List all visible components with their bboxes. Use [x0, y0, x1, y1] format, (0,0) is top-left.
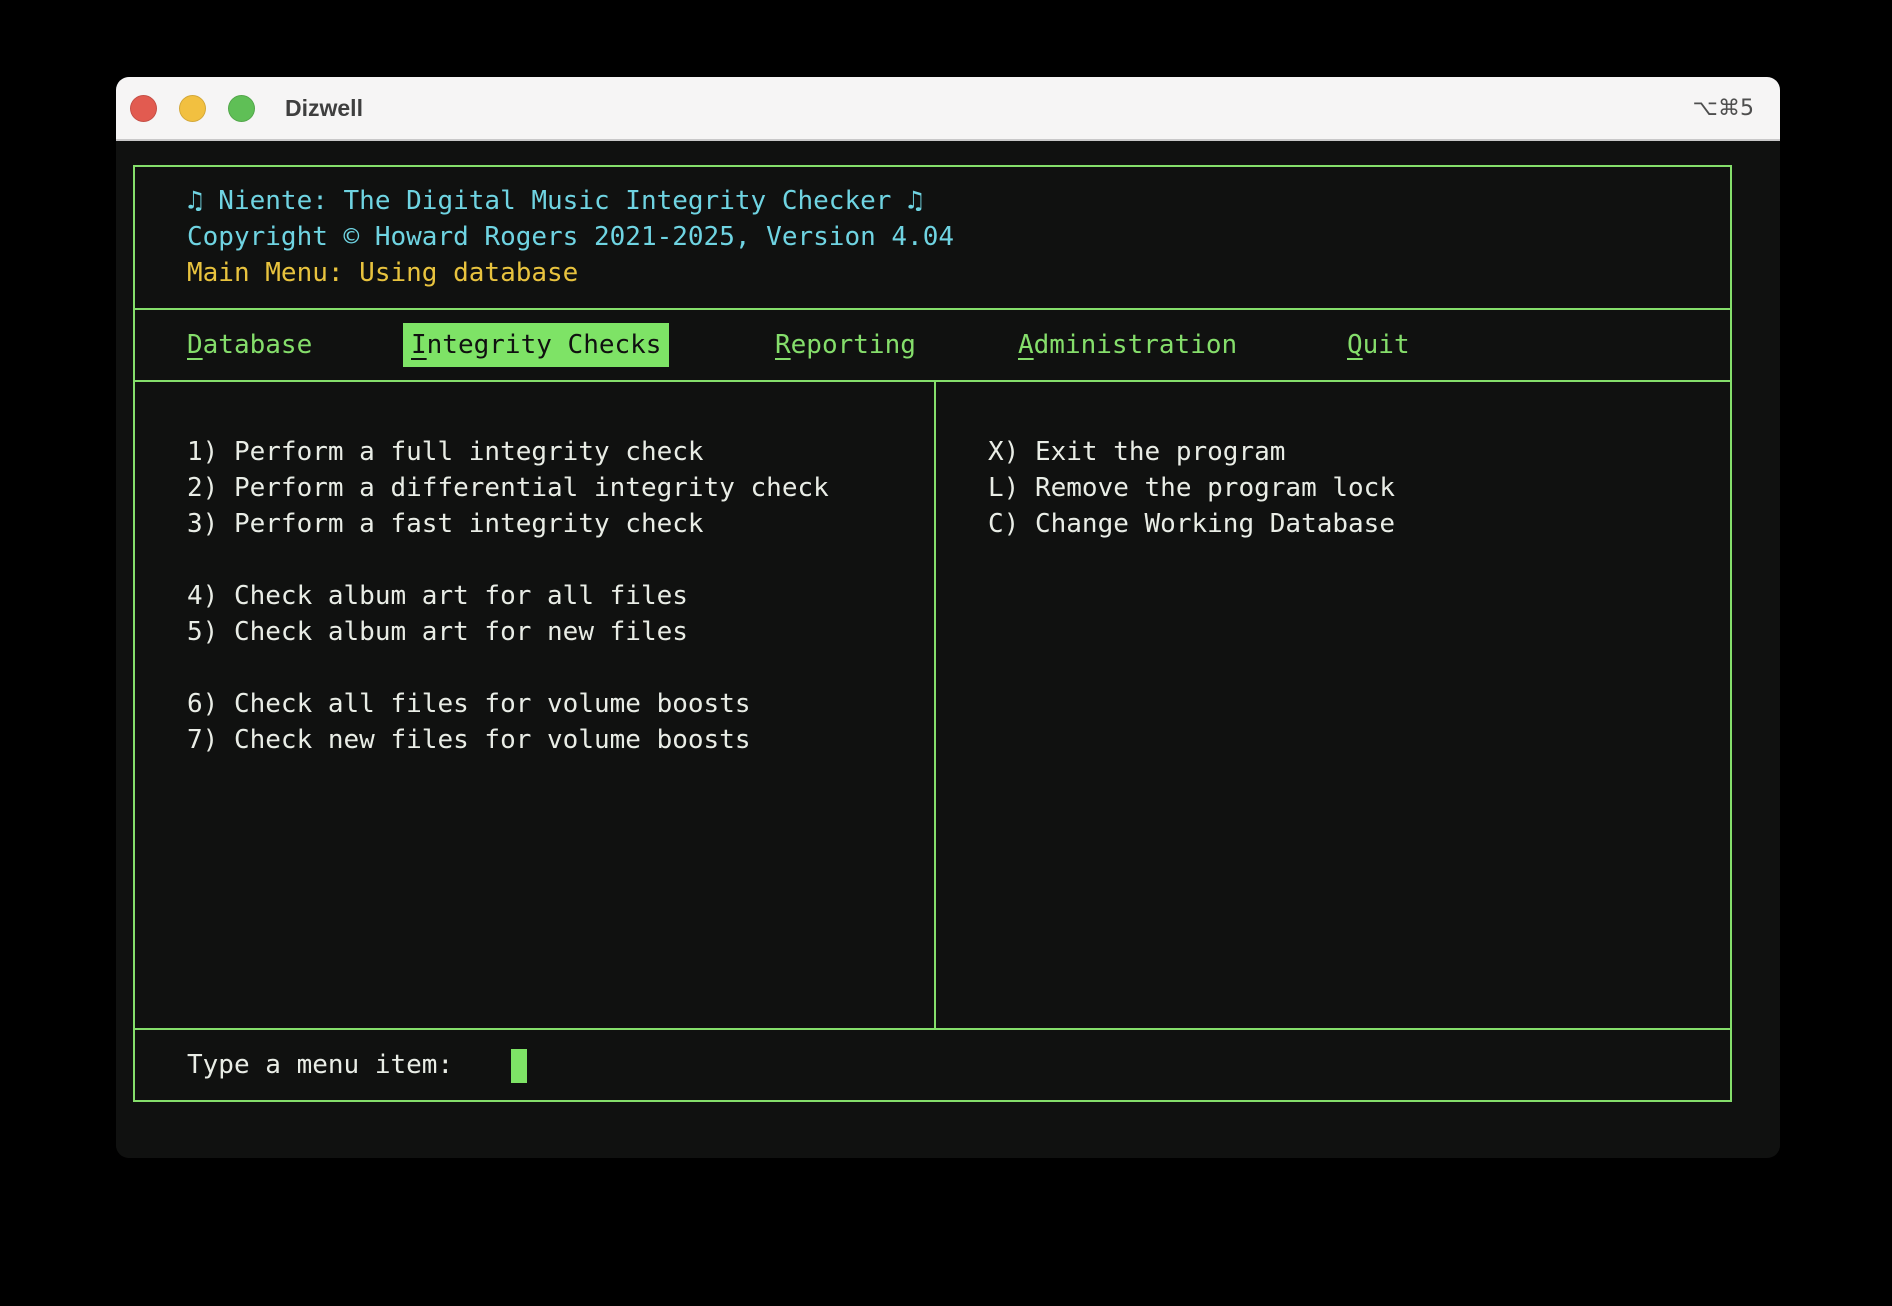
menu-option-7[interactable]: 7) Check new files for volume boosts: [187, 722, 934, 758]
prompt-row: Type a menu item:: [135, 1028, 1730, 1100]
menu-option-1[interactable]: 1) Perform a full integrity check: [187, 434, 934, 470]
close-button-icon[interactable]: [130, 95, 157, 122]
menu-option-2[interactable]: 2) Perform a differential integrity chec…: [187, 470, 934, 506]
copyright-line: Copyright © Howard Rogers 2021-2025, Ver…: [187, 219, 1730, 255]
left-menu-panel: 1) Perform a full integrity check2) Perf…: [135, 382, 934, 1028]
hotkey-letter: R: [775, 330, 791, 360]
menubar-item-administration[interactable]: Administration: [1018, 327, 1237, 363]
menu-option-3[interactable]: 3) Perform a fast integrity check: [187, 506, 934, 542]
text-cursor-icon: [511, 1049, 527, 1083]
zoom-button-icon[interactable]: [228, 95, 255, 122]
prompt-label: Type a menu item:: [187, 1047, 453, 1083]
menubar-item-quit[interactable]: Quit: [1347, 327, 1410, 363]
right-menu-panel: X) Exit the programL) Remove the program…: [934, 382, 1730, 1028]
traffic-lights: [116, 95, 255, 122]
menu-option-x[interactable]: X) Exit the program: [988, 434, 1730, 470]
hotkey-letter: Q: [1347, 330, 1363, 360]
app-title-line: ♫ Niente: The Digital Music Integrity Ch…: [187, 183, 1730, 219]
menu-content: 1) Perform a full integrity check2) Perf…: [135, 380, 1730, 1028]
window-title: Dizwell: [285, 95, 363, 122]
blank-line: [187, 542, 934, 578]
menubar-item-integrity-checks[interactable]: Integrity Checks: [403, 323, 669, 367]
menu-option-c[interactable]: C) Change Working Database: [988, 506, 1730, 542]
window-shortcut-hint: ⌥⌘5: [1693, 96, 1754, 121]
blank-line: [187, 650, 934, 686]
app-header: ♫ Niente: The Digital Music Integrity Ch…: [135, 167, 1730, 308]
menu-option-6[interactable]: 6) Check all files for volume boosts: [187, 686, 934, 722]
tui-frame: ♫ Niente: The Digital Music Integrity Ch…: [133, 165, 1732, 1102]
terminal-screen[interactable]: ♫ Niente: The Digital Music Integrity Ch…: [116, 141, 1780, 1156]
menubar-item-reporting[interactable]: Reporting: [775, 327, 916, 363]
hotkey-letter: A: [1018, 330, 1034, 360]
menubar-item-database[interactable]: Database: [187, 327, 312, 363]
menu-option-5[interactable]: 5) Check album art for new files: [187, 614, 934, 650]
menu-bar: Database Integrity Checks Reporting Adminis…: [135, 308, 1730, 380]
window-titlebar[interactable]: Dizwell ⌥⌘5: [116, 77, 1780, 141]
menu-option-4[interactable]: 4) Check album art for all files: [187, 578, 934, 614]
hotkey-letter: D: [187, 330, 203, 360]
status-line: Main Menu: Using database: [187, 255, 1730, 291]
menu-option-l[interactable]: L) Remove the program lock: [988, 470, 1730, 506]
app-window: Dizwell ⌥⌘5 ♫ Niente: The Digital Music …: [116, 77, 1780, 1158]
hotkey-letter: I: [411, 330, 427, 360]
minimize-button-icon[interactable]: [179, 95, 206, 122]
prompt-input[interactable]: [453, 1047, 527, 1083]
